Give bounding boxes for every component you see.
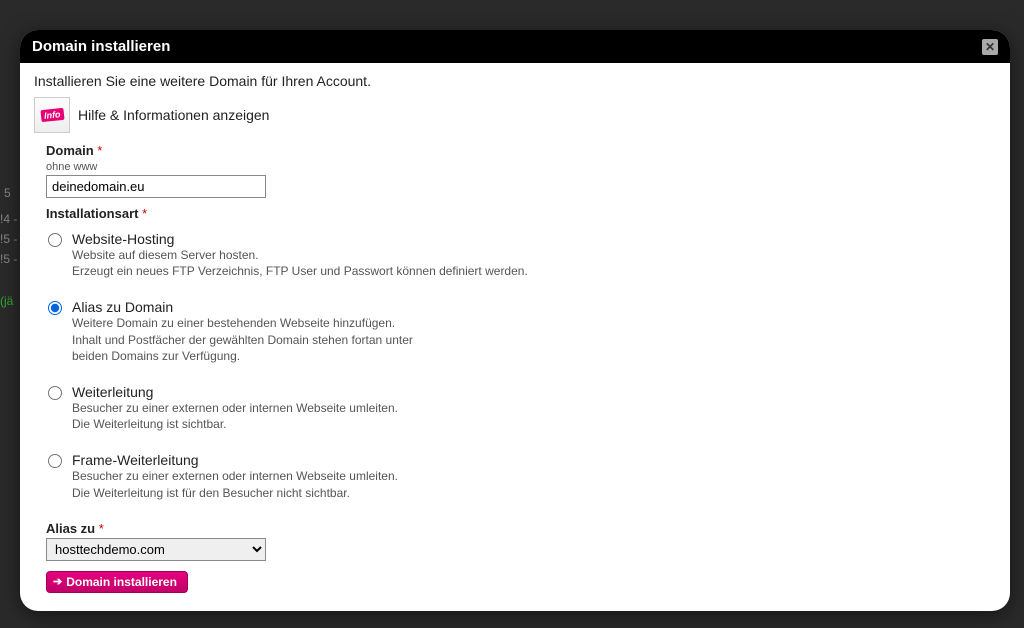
install-type-radio-group: Website-Hosting Website auf diesem Serve… bbox=[46, 225, 996, 515]
option-redirect[interactable]: Weiterleitung Besucher zu einer externen… bbox=[46, 378, 996, 446]
modal-body: Installieren Sie eine weitere Domain für… bbox=[20, 63, 1010, 611]
install-domain-button[interactable]: ➔ Domain installieren bbox=[46, 571, 188, 593]
option-desc: Besucher zu einer externen oder internen… bbox=[72, 400, 572, 432]
option-title: Weiterleitung bbox=[72, 384, 996, 400]
alias-select[interactable]: hosttechdemo.com bbox=[46, 538, 266, 561]
domain-label: Domain bbox=[46, 143, 94, 158]
radio-website-hosting[interactable] bbox=[48, 233, 62, 247]
arrow-right-icon: ➔ bbox=[53, 575, 62, 588]
bg-text: 5 bbox=[4, 186, 11, 200]
required-marker: * bbox=[97, 143, 102, 158]
info-badge: Info bbox=[40, 108, 64, 122]
option-desc: Website auf diesem Server hosten.Erzeugt… bbox=[72, 247, 572, 279]
domain-install-modal: Domain installieren ✕ Installieren Sie e… bbox=[20, 30, 1010, 611]
option-title: Frame-Weiterleitung bbox=[72, 452, 996, 468]
domain-sublabel: ohne www bbox=[46, 161, 97, 173]
close-icon[interactable]: ✕ bbox=[982, 39, 998, 55]
option-desc: Besucher zu einer externen oder internen… bbox=[72, 468, 572, 500]
option-alias-domain[interactable]: Alias zu Domain Weitere Domain zu einer … bbox=[46, 293, 996, 378]
bg-text: !5 - bbox=[0, 232, 17, 246]
alias-label: Alias zu bbox=[46, 521, 95, 536]
modal-header: Domain installieren ✕ bbox=[20, 30, 1010, 63]
radio-frame-redirect[interactable] bbox=[48, 454, 62, 468]
modal-title: Domain installieren bbox=[32, 38, 170, 55]
help-info-row[interactable]: Info Hilfe & Informationen anzeigen bbox=[34, 97, 996, 133]
intro-text: Installieren Sie eine weitere Domain für… bbox=[34, 73, 996, 89]
option-website-hosting[interactable]: Website-Hosting Website auf diesem Serve… bbox=[46, 225, 996, 293]
help-link-text: Hilfe & Informationen anzeigen bbox=[78, 107, 269, 123]
option-desc: Weitere Domain zu einer bestehenden Webs… bbox=[72, 315, 572, 364]
bg-text: !4 - bbox=[0, 212, 17, 226]
domain-input[interactable] bbox=[46, 175, 266, 198]
required-marker: * bbox=[99, 521, 104, 536]
option-title: Website-Hosting bbox=[72, 231, 996, 247]
info-icon: Info bbox=[34, 97, 70, 133]
install-type-label: Installationsart bbox=[46, 206, 138, 221]
radio-redirect[interactable] bbox=[48, 386, 62, 400]
bg-text: (jä bbox=[0, 294, 13, 308]
required-marker: * bbox=[142, 206, 147, 221]
option-frame-redirect[interactable]: Frame-Weiterleitung Besucher zu einer ex… bbox=[46, 446, 996, 514]
radio-alias-domain[interactable] bbox=[48, 301, 62, 315]
option-title: Alias zu Domain bbox=[72, 299, 996, 315]
submit-label: Domain installieren bbox=[66, 575, 177, 589]
bg-text: !5 - bbox=[0, 252, 17, 266]
